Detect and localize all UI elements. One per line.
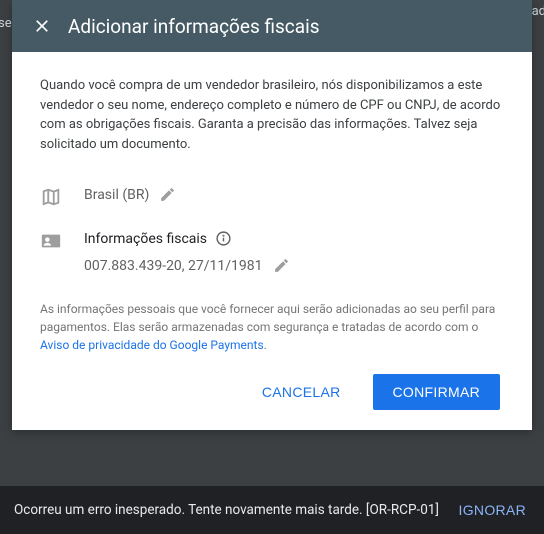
- country-field: Brasil (BR): [40, 186, 504, 210]
- background-fragment-left: se: [0, 16, 12, 31]
- privacy-link[interactable]: Aviso de privacidade do Google Payments: [40, 338, 264, 352]
- id-card-icon: [40, 230, 64, 254]
- privacy-footer: As informações pessoais que você fornece…: [40, 300, 504, 354]
- cancel-button[interactable]: CANCELAR: [242, 374, 361, 410]
- country-value: Brasil (BR): [84, 187, 149, 203]
- pencil-icon: [159, 186, 176, 203]
- dialog-header: Adicionar informações fiscais: [12, 0, 532, 52]
- error-snackbar: Ocorreu um erro inesperado. Tente novame…: [0, 486, 544, 534]
- map-icon: [40, 186, 64, 210]
- dialog-body: Quando você compra de um vendedor brasil…: [12, 52, 532, 430]
- tax-info-field: Informações fiscais 007.883.439-20, 27/1…: [40, 230, 504, 274]
- intro-text: Quando você compra de um vendedor brasil…: [40, 76, 504, 154]
- snackbar-message: Ocorreu um erro inesperado. Tente novame…: [14, 502, 455, 518]
- dialog-actions: CANCELAR CONFIRMAR: [40, 374, 504, 410]
- dialog-title: Adicionar informações fiscais: [68, 15, 320, 38]
- privacy-prefix: As informações pessoais que você fornece…: [40, 302, 495, 334]
- privacy-suffix: .: [264, 338, 267, 352]
- tax-info-value: 007.883.439-20, 27/11/1981: [84, 258, 263, 274]
- tax-info-label: Informações fiscais: [84, 231, 207, 247]
- snackbar-dismiss-button[interactable]: IGNORAR: [455, 494, 530, 526]
- edit-country-button[interactable]: [159, 186, 176, 203]
- close-icon: [32, 16, 52, 36]
- pencil-icon: [273, 257, 290, 274]
- close-button[interactable]: [24, 8, 60, 44]
- edit-tax-button[interactable]: [273, 257, 290, 274]
- info-icon[interactable]: [215, 230, 232, 247]
- tax-info-dialog: Adicionar informações fiscais Quando voc…: [12, 0, 532, 430]
- confirm-button[interactable]: CONFIRMAR: [373, 374, 500, 410]
